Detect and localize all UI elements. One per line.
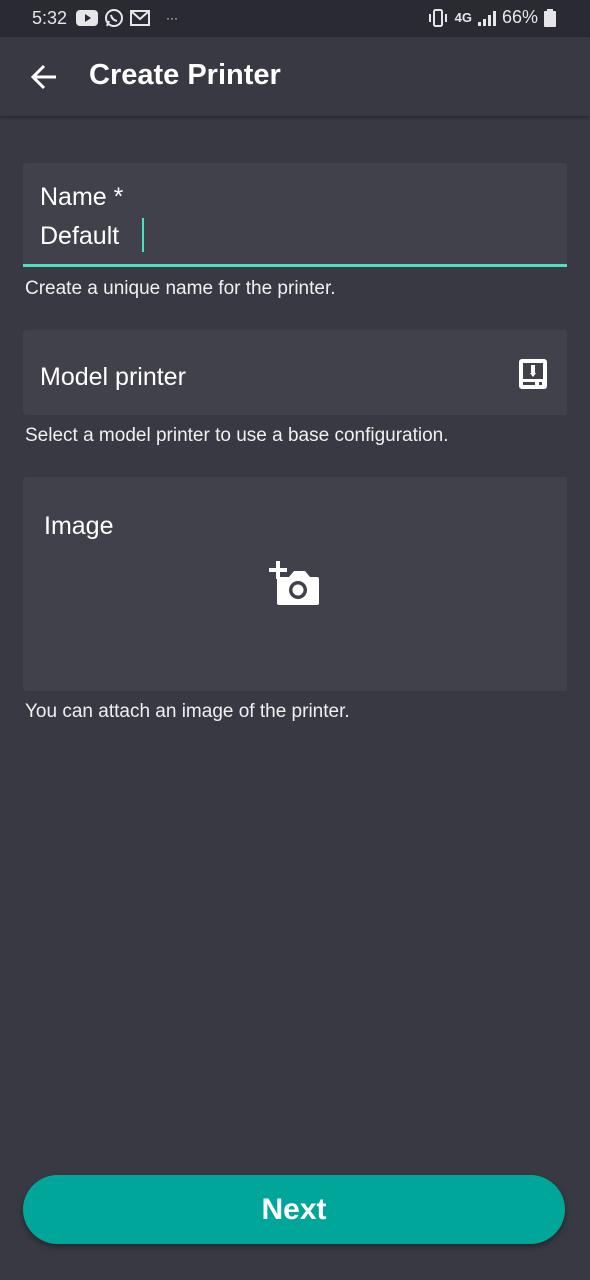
status-time: 5:32 bbox=[32, 8, 68, 28]
signal-icon bbox=[477, 10, 496, 26]
image-helper-text: You can attach an image of the printer. bbox=[25, 701, 350, 722]
name-input[interactable] bbox=[40, 219, 540, 253]
add-photo-icon[interactable] bbox=[269, 561, 321, 607]
image-field[interactable]: Image bbox=[23, 477, 567, 691]
whatsapp-icon bbox=[105, 9, 123, 27]
model-printer-label: Model printer bbox=[40, 363, 186, 391]
battery-icon bbox=[544, 8, 556, 27]
next-button[interactable]: Next bbox=[23, 1175, 565, 1244]
name-field[interactable]: Name * bbox=[23, 163, 567, 267]
text-cursor bbox=[142, 218, 144, 252]
model-printer-field[interactable]: Model printer bbox=[23, 330, 567, 415]
name-helper-text: Create a unique name for the printer. bbox=[25, 278, 336, 299]
printer-3d-icon[interactable] bbox=[519, 359, 547, 389]
image-label: Image bbox=[44, 512, 114, 540]
name-field-label: Name * bbox=[40, 183, 124, 211]
gmail-icon bbox=[130, 10, 150, 26]
app-bar: Create Printer bbox=[0, 37, 590, 116]
vibrate-icon bbox=[428, 8, 447, 27]
network-type: 4G bbox=[454, 10, 472, 25]
youtube-icon bbox=[76, 10, 98, 26]
model-printer-helper-text: Select a model printer to use a base con… bbox=[25, 425, 449, 446]
back-button[interactable] bbox=[24, 57, 64, 97]
notification-icons: ··· bbox=[76, 8, 178, 28]
status-bar: 5:32 ··· 4G 66% bbox=[0, 0, 590, 37]
status-right: 4G 66% bbox=[427, 7, 556, 28]
arrow-back-icon bbox=[30, 64, 56, 90]
more-dots-icon: ··· bbox=[166, 11, 178, 25]
battery-percent: 66% bbox=[501, 7, 538, 27]
page-title: Create Printer bbox=[89, 59, 281, 91]
